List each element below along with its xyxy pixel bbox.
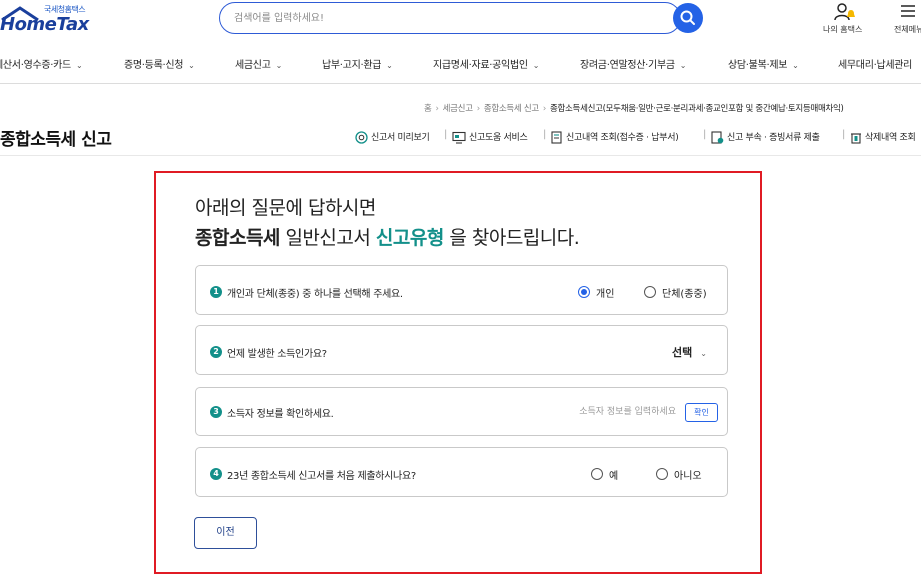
intro-text: 일반신고서 — [279, 227, 376, 249]
income-period-select[interactable]: 선택 ⌄ — [672, 344, 707, 360]
hometax-logo[interactable]: 국세청홈택스 HomeTax — [0, 2, 100, 38]
nav-item-label: 계산서·영수증·카드 — [0, 60, 71, 71]
nav-item-tax-filing[interactable]: 세금신고 ⌄ — [235, 56, 282, 71]
hamburger-menu-icon — [901, 5, 915, 17]
question-card-2: 2 언제 발생한 소득인가요? 선택 ⌄ — [195, 325, 728, 375]
page-title: 종합소득세 신고 — [0, 130, 112, 150]
nav-item-certificates[interactable]: 증명·등록·신청 ⌄ — [124, 56, 195, 71]
breadcrumb-level2[interactable]: 종합소득세 신고 — [484, 104, 539, 114]
question-number-badge: 1 — [210, 286, 222, 298]
question-card-1: 1 개인과 단체(종중) 중 하나를 선택해 주세요. 개인 단체(종중) — [195, 265, 728, 315]
chevron-down-icon: ⌄ — [275, 61, 283, 70]
breadcrumb-home[interactable]: 홈 — [424, 104, 432, 114]
nav-item-receipts[interactable]: 계산서·영수증·카드 ⌄ — [0, 56, 83, 71]
breadcrumb-separator: › — [476, 104, 480, 114]
nav-item-label: 세무대리·납세관리 — [838, 60, 913, 71]
quick-link-divider: | — [444, 129, 448, 140]
radio-label: 아니오 — [674, 471, 702, 482]
question-number-badge: 4 — [210, 468, 222, 480]
radio-dot — [644, 286, 656, 298]
breadcrumb-level1[interactable]: 세금신고 — [443, 104, 473, 114]
question-text: 개인과 단체(종중) 중 하나를 선택해 주세요. — [227, 289, 403, 300]
quick-link-help-service[interactable]: 신고도움 서비스 — [452, 130, 528, 144]
radio-dot — [656, 468, 668, 480]
wizard-intro-line1: 아래의 질문에 답하시면 — [195, 197, 376, 219]
search-button[interactable] — [673, 3, 703, 33]
quick-link-label: 신고도움 서비스 — [469, 133, 528, 143]
quick-link-label: 신고내역 조회(접수증 · 납부서) — [566, 133, 679, 143]
chevron-down-icon: ⌄ — [792, 61, 799, 70]
search-input[interactable] — [234, 8, 664, 28]
nav-item-label: 세금신고 — [235, 60, 271, 71]
radio-label: 예 — [609, 471, 619, 482]
my-hometax-label: 나의 홈택스 — [823, 25, 863, 34]
select-value: 선택 — [672, 346, 693, 359]
intro-emphasis-tax: 종합소득세 — [195, 227, 280, 249]
my-hometax-button[interactable]: 나의 홈택스 — [820, 0, 870, 40]
question-number-badge: 3 — [210, 406, 222, 418]
intro-text-end: 을 찾아드립니다. — [443, 227, 580, 249]
document-icon — [551, 131, 562, 144]
question-text: 언제 발생한 소득인가요? — [227, 349, 327, 360]
chevron-down-icon: ⌄ — [188, 61, 195, 70]
nav-item-tax-agent[interactable]: 세무대리·납세관리 — [838, 56, 912, 71]
main-nav: 계산서·영수증·카드 ⌄ 증명·등록·신청 ⌄ 세금신고 ⌄ 납부·고지·환급 ⌄ 지급… — [0, 44, 921, 84]
nav-item-label: 상담·불복·제보 — [728, 60, 788, 71]
chevron-down-icon: ⌄ — [700, 349, 707, 358]
breadcrumb: 홈 › 세금신고 › 종합소득세 신고 › 종합소득세신고(모두채움·일반·근로·분리과세·… — [424, 102, 844, 114]
quick-link-label: 신고서 미리보기 — [371, 133, 430, 143]
wizard-intro-line2: 종합소득세 일반신고서 신고유형 을 찾아드립니다. — [195, 223, 580, 250]
nav-item-incentives[interactable]: 장려금·연말정산·기부금 ⌄ — [580, 56, 686, 71]
prev-button[interactable]: 이전 — [194, 517, 257, 549]
nav-item-label: 지급명세·자료·공익법인 — [433, 60, 528, 71]
radio-label: 단체(종중) — [662, 289, 707, 300]
preview-icon — [355, 131, 368, 144]
confirm-button[interactable]: 확인 — [685, 403, 718, 422]
quick-link-divider: | — [703, 129, 707, 140]
search-icon — [680, 10, 695, 25]
quick-link-label: 신고 부속 · 증빙서류 제출 — [727, 133, 820, 143]
taxpayer-info-input[interactable] — [536, 404, 676, 420]
nav-item-label: 납부·고지·환급 — [322, 60, 382, 71]
nav-item-consulting[interactable]: 상담·불복·제보 ⌄ — [728, 56, 799, 71]
quick-link-divider: | — [543, 129, 547, 140]
all-menu-label: 전체메뉴 — [894, 25, 921, 34]
chevron-down-icon: ⌄ — [75, 61, 83, 70]
all-menu-button[interactable]: 전체메뉴 — [880, 0, 921, 40]
quick-link-filing-history[interactable]: 신고내역 조회(접수증 · 납부서) — [551, 130, 679, 144]
quick-link-label: 삭제내역 조회 — [865, 133, 916, 143]
quick-link-deleted-history[interactable]: 삭제내역 조회 — [850, 130, 916, 144]
question-text: 23년 종합소득세 신고서를 처음 제출하시나요? — [227, 471, 416, 482]
breadcrumb-current: 종합소득세신고(모두채움·일반·근로·분리과세·종교인포함 및 중간예납·토지등… — [550, 104, 844, 114]
person-bell-icon — [834, 3, 855, 21]
quick-link-divider: | — [842, 129, 846, 140]
monitor-icon — [452, 131, 466, 144]
upload-doc-icon — [711, 131, 724, 144]
nav-item-statements[interactable]: 지급명세·자료·공익법인 ⌄ — [433, 56, 539, 71]
radio-dot — [591, 468, 603, 480]
nav-item-label: 증명·등록·신청 — [124, 60, 184, 71]
question-number-badge: 2 — [210, 346, 222, 358]
chevron-down-icon: ⌄ — [386, 61, 393, 70]
nav-item-label: 장려금·연말정산·기부금 — [580, 60, 675, 71]
quick-link-submit-documents[interactable]: 신고 부속 · 증빙서류 제출 — [711, 130, 820, 144]
breadcrumb-separator: › — [542, 104, 546, 114]
trash-icon — [851, 133, 861, 144]
question-card-4: 4 23년 종합소득세 신고서를 처음 제출하시나요? 예 아니오 — [195, 447, 728, 497]
quick-link-preview[interactable]: 신고서 미리보기 — [355, 130, 430, 144]
top-header: 국세청홈택스 HomeTax 나의 홈택스 전체메뉴 — [0, 0, 921, 40]
question-card-3: 3 소득자 정보를 확인하세요. 확인 — [195, 387, 728, 436]
nav-item-payment[interactable]: 납부·고지·환급 ⌄ — [322, 56, 393, 71]
content-divider — [0, 155, 921, 156]
question-text: 소득자 정보를 확인하세요. — [227, 409, 334, 420]
radio-dot-selected — [578, 286, 590, 298]
breadcrumb-separator: › — [435, 104, 439, 114]
chevron-down-icon: ⌄ — [532, 61, 540, 70]
intro-emphasis-type: 신고유형 — [375, 227, 444, 249]
logo-text: HomeTax — [0, 14, 89, 35]
chevron-down-icon: ⌄ — [679, 61, 687, 70]
radio-label: 개인 — [596, 289, 615, 300]
search-box — [219, 2, 681, 34]
search-bar — [219, 2, 704, 34]
